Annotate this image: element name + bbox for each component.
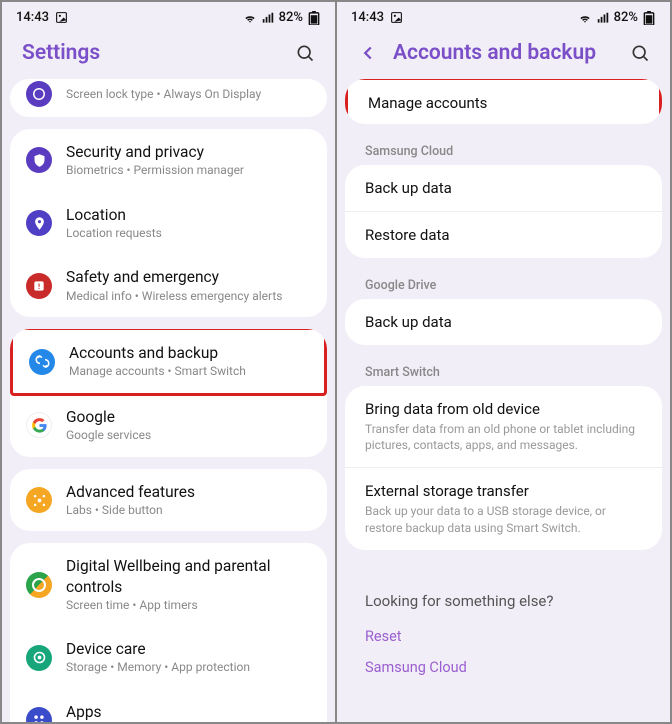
status-bar: 14:43 82% — [2, 2, 335, 29]
battery-icon — [642, 11, 656, 25]
status-time: 14:43 — [16, 10, 49, 25]
row-sub: Manage accounts • Smart Switch — [69, 364, 308, 380]
list-item[interactable]: Manage accounts — [345, 79, 662, 124]
row-sub: Screen time • App timers — [66, 598, 311, 614]
signal-icon — [596, 11, 610, 25]
location-icon — [26, 210, 52, 236]
list-item[interactable]: Back up data — [345, 299, 662, 345]
item-title: Back up data — [365, 313, 642, 331]
image-icon — [390, 11, 403, 24]
item-sub: Back up your data to a USB storage devic… — [365, 503, 642, 535]
list-item[interactable]: Restore data — [345, 212, 662, 258]
image-icon — [55, 11, 68, 24]
settings-row-device[interactable]: Device careStorage • Memory • App protec… — [10, 626, 327, 689]
row-title: Advanced features — [66, 482, 311, 502]
wellbeing-icon — [26, 572, 52, 598]
row-title: Accounts and backup — [69, 343, 308, 363]
wifi-icon — [578, 11, 592, 25]
item-title: External storage transfer — [365, 482, 642, 500]
row-title: Device care — [66, 639, 311, 659]
settings-row-location[interactable]: LocationLocation requests — [10, 192, 327, 255]
lock-icon — [26, 81, 52, 107]
row-sub: Biometrics • Permission manager — [66, 163, 311, 179]
battery-icon — [307, 11, 321, 25]
settings-row-wellbeing[interactable]: Digital Wellbeing and parental controls S… — [10, 543, 327, 626]
footer-link[interactable]: Samsung Cloud — [365, 659, 642, 676]
row-sub: Screen lock type • Always On Display — [66, 87, 311, 103]
settings-row-apps[interactable]: AppsDefault apps • App settings — [10, 689, 327, 722]
item-title: Restore data — [365, 226, 642, 244]
battery-percent: 82% — [279, 10, 303, 25]
settings-row-shield[interactable]: Security and privacyBiometrics • Permiss… — [10, 129, 327, 192]
footer-heading: Looking for something else? — [365, 592, 642, 610]
section-header: Smart Switch — [345, 357, 662, 386]
status-time: 14:43 — [351, 10, 384, 25]
signal-icon — [261, 11, 275, 25]
footer-link[interactable]: Reset — [365, 628, 642, 645]
settings-row-advanced[interactable]: Advanced featuresLabs • Side button — [10, 469, 327, 532]
battery-percent: 82% — [614, 10, 638, 25]
row-title: Security and privacy — [66, 142, 311, 162]
accounts-icon — [29, 349, 55, 375]
safety-icon: ! — [26, 273, 52, 299]
page-title: Settings — [22, 41, 281, 65]
device-icon — [26, 645, 52, 671]
item-title: Manage accounts — [368, 94, 639, 112]
header: Accounts and backup — [337, 29, 670, 79]
advanced-icon — [26, 487, 52, 513]
item-sub: Transfer data from an old phone or table… — [365, 421, 642, 453]
settings-row-accounts[interactable]: Accounts and backupManage accounts • Sma… — [10, 329, 327, 396]
settings-screen: 14:43 82% Settings Screen lock type • Al… — [2, 2, 335, 722]
settings-row-google[interactable]: GoogleGoogle services — [10, 394, 327, 457]
back-icon[interactable] — [357, 42, 379, 64]
row-sub: Google services — [66, 428, 311, 444]
row-title: Location — [66, 205, 311, 225]
search-icon[interactable] — [295, 43, 315, 63]
search-icon[interactable] — [630, 43, 650, 63]
svg-text:!: ! — [38, 282, 40, 291]
row-sub: Labs • Side button — [66, 503, 311, 519]
settings-row-lockscreen[interactable]: Screen lock type • Always On Display — [10, 79, 327, 117]
google-icon — [26, 412, 52, 438]
row-title: Safety and emergency — [66, 267, 311, 287]
list-item[interactable]: Back up data — [345, 165, 662, 212]
section-header: Google Drive — [345, 270, 662, 299]
settings-row-safety[interactable]: ! Safety and emergency Medical info • Wire… — [10, 254, 327, 317]
shield-icon — [26, 147, 52, 173]
row-title: Digital Wellbeing and parental controls — [66, 556, 311, 596]
section-header: Samsung Cloud — [345, 136, 662, 165]
wifi-icon — [243, 11, 257, 25]
status-bar: 14:43 82% — [337, 2, 670, 29]
row-sub: Location requests — [66, 226, 311, 242]
apps-icon — [26, 707, 52, 722]
item-title: Back up data — [365, 179, 642, 197]
accounts-list[interactable]: Manage accounts Samsung Cloud Back up data… — [337, 79, 670, 722]
row-sub: Medical info • Wireless emergency alerts — [66, 289, 311, 305]
settings-list[interactable]: Screen lock type • Always On Display Sec… — [2, 79, 335, 722]
list-item[interactable]: External storage transfer Back up your da… — [345, 468, 662, 549]
item-title: Bring data from old device — [365, 400, 642, 418]
row-title: Google — [66, 407, 311, 427]
row-sub: Storage • Memory • App protection — [66, 660, 311, 676]
row-title: Apps — [66, 702, 311, 722]
accounts-backup-screen: 14:43 82% Accounts and backup Manage acc… — [337, 2, 670, 722]
header: Settings — [2, 29, 335, 79]
page-title: Accounts and backup — [393, 41, 616, 65]
list-item[interactable]: Bring data from old device Transfer data … — [345, 386, 662, 468]
